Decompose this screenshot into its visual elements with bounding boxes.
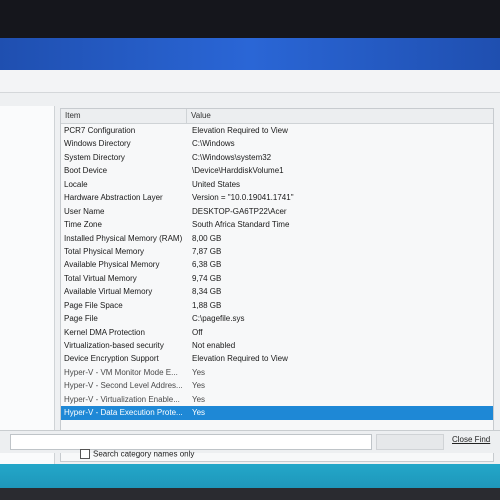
monitor-bezel-top: [0, 0, 500, 40]
row-value: United States: [192, 179, 241, 189]
row-item: Boot Device: [64, 166, 108, 176]
search-category-checkbox[interactable]: [80, 449, 90, 459]
table-row[interactable]: Available Virtual Memory 8,34 GB: [61, 285, 493, 298]
row-value: C:\Windows: [192, 139, 235, 149]
row-item: Page File: [64, 314, 98, 324]
table-row[interactable]: Device Encryption Support Elevation Requi…: [61, 352, 493, 365]
find-what-input[interactable]: [10, 434, 372, 450]
table-row[interactable]: Locale United States: [61, 178, 493, 191]
table-row[interactable]: PCR7 Configuration Elevation Required to …: [61, 124, 493, 137]
table-row[interactable]: Page File Space 1,88 GB: [61, 299, 493, 312]
row-value: C:\Windows\system32: [192, 152, 272, 162]
row-item: Time Zone: [64, 220, 102, 230]
row-item: Kernel DMA Protection: [64, 327, 145, 337]
column-divider[interactable]: [186, 109, 187, 123]
row-item: PCR7 Configuration: [64, 126, 136, 135]
row-value: 8,00 GB: [192, 233, 222, 243]
row-value: 7,87 GB: [192, 246, 222, 256]
column-header-item[interactable]: Item: [65, 111, 81, 120]
table-row-selected[interactable]: Hyper-V - Data Execution Prote... Yes: [61, 406, 493, 420]
row-item: Device Encryption Support: [64, 354, 159, 364]
table-row[interactable]: Page File C:\pagefile.sys: [61, 312, 493, 325]
row-item: Locale: [64, 179, 88, 189]
column-header-value[interactable]: Value: [191, 111, 211, 120]
row-item: Hardware Abstraction Layer: [64, 193, 163, 203]
row-item: Installed Physical Memory (RAM): [64, 233, 183, 243]
row-item: Page File Space: [64, 300, 123, 310]
row-value: Not enabled: [192, 341, 236, 350]
desktop-wallpaper: [0, 38, 500, 72]
system-information-window: Item Value PCR7 Configuration Elevation R…: [0, 70, 500, 465]
monitor-bezel-bottom: [0, 488, 500, 500]
table-row[interactable]: Virtualization-based security Not enabled: [61, 339, 493, 352]
table-row[interactable]: Hyper-V - Second Level Addres... Yes: [61, 379, 493, 392]
row-value: DESKTOP-GA6TP22\Acer: [192, 206, 287, 216]
row-value: 8,34 GB: [192, 287, 222, 297]
table-row[interactable]: Total Virtual Memory 9,74 GB: [61, 272, 493, 285]
row-value: Elevation Required to View: [192, 354, 288, 364]
row-value: 1,88 GB: [192, 300, 222, 310]
row-item: Hyper-V - Virtualization Enable...: [64, 394, 180, 404]
table-row[interactable]: User Name DESKTOP-GA6TP22\Acer: [61, 205, 493, 218]
table-row[interactable]: Time Zone South Africa Standard Time: [61, 218, 493, 231]
row-value: Yes: [192, 367, 206, 377]
category-tree-pane[interactable]: [0, 106, 55, 464]
system-summary-list[interactable]: Item Value PCR7 Configuration Elevation R…: [60, 108, 494, 462]
row-value: C:\pagefile.sys: [192, 314, 245, 324]
row-item: Windows Directory: [64, 139, 131, 149]
table-row[interactable]: Hardware Abstraction Layer Version = "10.…: [61, 191, 493, 204]
list-header: Item Value: [61, 109, 493, 124]
table-row[interactable]: Kernel DMA Protection Off: [61, 326, 493, 339]
row-item: Available Virtual Memory: [64, 287, 153, 297]
table-row[interactable]: Boot Device \Device\HarddiskVolume1: [61, 164, 493, 177]
row-item: System Directory: [64, 152, 125, 162]
table-row[interactable]: Total Physical Memory 7,87 GB: [61, 245, 493, 258]
row-value: Yes: [192, 408, 206, 418]
close-find-button[interactable]: Close Find: [452, 435, 490, 444]
table-row[interactable]: Available Physical Memory 6,38 GB: [61, 258, 493, 271]
row-item: Hyper-V - Second Level Addres...: [64, 381, 183, 391]
find-button[interactable]: [376, 434, 444, 450]
list-rows: PCR7 Configuration Elevation Required to …: [61, 124, 493, 420]
find-bar: Close Find: [0, 430, 500, 453]
table-row[interactable]: System Directory C:\Windows\system32: [61, 151, 493, 164]
table-row[interactable]: Installed Physical Memory (RAM) 8,00 GB: [61, 232, 493, 245]
row-item: Total Physical Memory: [64, 246, 145, 256]
search-category-label: Search category names only: [93, 449, 195, 459]
row-item: Hyper-V - Data Execution Prote...: [64, 408, 183, 418]
table-row[interactable]: Windows Directory C:\Windows: [61, 137, 493, 150]
row-value: Yes: [192, 381, 206, 391]
row-item: User Name: [64, 206, 105, 216]
row-item: Available Physical Memory: [64, 260, 160, 270]
row-value: Elevation Required to View: [192, 126, 288, 135]
row-item: Virtualization-based security: [64, 341, 164, 350]
row-value: 9,74 GB: [192, 273, 222, 283]
table-row[interactable]: Hyper-V - VM Monitor Mode E... Yes: [61, 366, 493, 379]
row-item: Hyper-V - VM Monitor Mode E...: [64, 367, 178, 377]
table-row[interactable]: Hyper-V - Virtualization Enable... Yes: [61, 393, 493, 406]
row-value: \Device\HarddiskVolume1: [192, 166, 284, 176]
search-category-option[interactable]: Search category names only: [80, 449, 194, 463]
window-toolbar: [0, 70, 500, 93]
row-value: South Africa Standard Time: [192, 220, 290, 230]
row-value: Off: [192, 327, 203, 337]
row-value: Version = "10.0.19041.1741": [192, 193, 294, 203]
row-value: 6,38 GB: [192, 260, 222, 270]
row-item: Total Virtual Memory: [64, 273, 137, 283]
row-value: Yes: [192, 394, 206, 404]
